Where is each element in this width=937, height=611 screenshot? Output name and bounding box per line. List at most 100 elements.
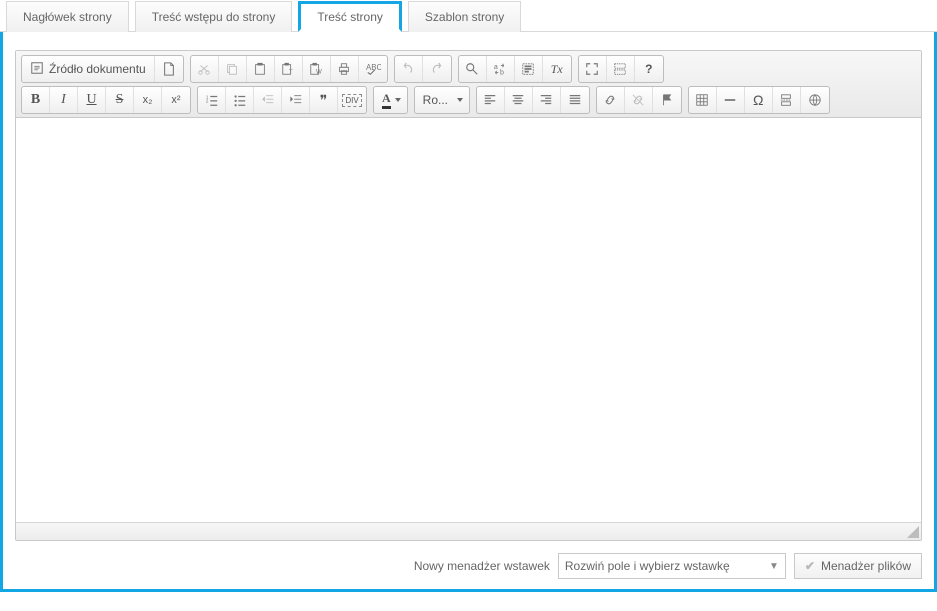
format-combo[interactable]: Ro... bbox=[415, 87, 469, 113]
svg-text:a: a bbox=[494, 64, 498, 71]
omega-icon: Ω bbox=[753, 92, 763, 108]
link-button[interactable] bbox=[597, 87, 625, 113]
print-icon bbox=[337, 62, 351, 76]
insert-select[interactable]: Rozwiń pole i wybierz wstawkę ▼ bbox=[558, 553, 786, 579]
maximize-icon bbox=[585, 62, 599, 76]
align-left-icon bbox=[483, 93, 497, 107]
copy-icon bbox=[225, 62, 239, 76]
hr-button[interactable] bbox=[717, 87, 745, 113]
group-align bbox=[476, 86, 590, 114]
cut-button[interactable] bbox=[191, 56, 219, 82]
check-icon: ✔ bbox=[805, 559, 815, 573]
globe-icon bbox=[808, 93, 822, 107]
bold-button[interactable]: B bbox=[22, 87, 50, 113]
indent-button[interactable] bbox=[282, 87, 310, 113]
paste-text-button[interactable]: T bbox=[275, 56, 303, 82]
removeformat-button[interactable]: Tx bbox=[543, 56, 571, 82]
align-justify-icon bbox=[568, 93, 582, 107]
creatediv-button[interactable]: DIV bbox=[338, 87, 366, 113]
insert-manager-label: Nowy menadżer wstawek bbox=[414, 559, 550, 573]
copy-button[interactable] bbox=[219, 56, 247, 82]
undo-icon bbox=[401, 62, 415, 76]
removeformat-icon: Tx bbox=[551, 62, 563, 77]
superscript-icon: x² bbox=[171, 94, 180, 106]
search-icon bbox=[465, 62, 479, 76]
undo-button[interactable] bbox=[395, 56, 423, 82]
group-source: Źródło dokumentu bbox=[21, 55, 184, 83]
print-button[interactable] bbox=[331, 56, 359, 82]
table-icon bbox=[695, 93, 709, 107]
subscript-icon: x₂ bbox=[143, 94, 153, 106]
strike-button[interactable]: S bbox=[106, 87, 134, 113]
group-insert: Ω bbox=[688, 86, 830, 114]
svg-text:b: b bbox=[500, 69, 504, 76]
spellcheck-icon: ABC bbox=[365, 62, 381, 76]
iframe-button[interactable] bbox=[801, 87, 829, 113]
link-icon bbox=[603, 93, 617, 107]
underline-icon: U bbox=[86, 92, 96, 108]
outdent-button[interactable] bbox=[254, 87, 282, 113]
find-button[interactable] bbox=[459, 56, 487, 82]
question-icon: ? bbox=[645, 62, 652, 76]
replace-button[interactable]: ab bbox=[487, 56, 515, 82]
unlink-button[interactable] bbox=[625, 87, 653, 113]
pagebreak-button[interactable] bbox=[773, 87, 801, 113]
bold-icon: B bbox=[31, 92, 40, 108]
anchor-button[interactable] bbox=[653, 87, 681, 113]
chevron-down-icon bbox=[395, 98, 401, 102]
file-manager-button[interactable]: ✔ Menadżer plików bbox=[794, 553, 922, 579]
bottom-controls: Nowy menadżer wstawek Rozwiń pole i wybi… bbox=[15, 541, 922, 579]
textcolor-button[interactable]: A bbox=[374, 87, 407, 113]
rich-text-editor: Źródło dokumentu T W ABC bbox=[15, 50, 922, 541]
svg-text:W: W bbox=[316, 68, 322, 75]
bulletlist-button[interactable] bbox=[226, 87, 254, 113]
italic-button[interactable]: I bbox=[50, 87, 78, 113]
table-button[interactable] bbox=[689, 87, 717, 113]
subscript-button[interactable]: x₂ bbox=[134, 87, 162, 113]
group-clipboard: T W ABC bbox=[190, 55, 388, 83]
group-basic: B I U S x₂ x² bbox=[21, 86, 191, 114]
superscript-button[interactable]: x² bbox=[162, 87, 190, 113]
tab-naglowek[interactable]: Nagłówek strony bbox=[6, 1, 129, 32]
blockquote-button[interactable]: ❞ bbox=[310, 87, 338, 113]
tab-szablon[interactable]: Szablon strony bbox=[408, 1, 521, 32]
source-label: Źródło dokumentu bbox=[49, 62, 146, 76]
strike-icon: S bbox=[116, 92, 124, 108]
paste-icon bbox=[253, 62, 267, 76]
editor-statusbar bbox=[16, 522, 921, 540]
tab-label: Treść wstępu do strony bbox=[152, 10, 276, 24]
resize-handle[interactable] bbox=[907, 526, 919, 538]
spellcheck-button[interactable]: ABC bbox=[359, 56, 387, 82]
paste-button[interactable] bbox=[247, 56, 275, 82]
toolbar-row-1: Źródło dokumentu T W ABC bbox=[21, 55, 916, 83]
svg-text:2: 2 bbox=[205, 99, 208, 104]
specialchar-button[interactable]: Ω bbox=[745, 87, 773, 113]
chevron-down-icon: ▼ bbox=[769, 561, 779, 572]
tab-wstep[interactable]: Treść wstępu do strony bbox=[135, 1, 293, 32]
align-left-button[interactable] bbox=[477, 87, 505, 113]
tab-tresc[interactable]: Treść strony bbox=[298, 1, 402, 32]
about-button[interactable]: ? bbox=[635, 56, 663, 82]
new-page-button[interactable] bbox=[155, 56, 183, 82]
align-right-button[interactable] bbox=[533, 87, 561, 113]
file-manager-label: Menadżer plików bbox=[821, 559, 911, 573]
redo-button[interactable] bbox=[423, 56, 451, 82]
paste-text-icon: T bbox=[281, 62, 295, 76]
redo-icon bbox=[430, 62, 444, 76]
numberlist-button[interactable]: 12 bbox=[198, 87, 226, 113]
align-justify-button[interactable] bbox=[561, 87, 589, 113]
editor-content-area[interactable] bbox=[16, 118, 921, 522]
group-find: ab Tx bbox=[458, 55, 572, 83]
indent-icon bbox=[289, 93, 303, 107]
underline-button[interactable]: U bbox=[78, 87, 106, 113]
source-icon bbox=[30, 61, 44, 78]
selectall-button[interactable] bbox=[515, 56, 543, 82]
maximize-button[interactable] bbox=[579, 56, 607, 82]
showblocks-button[interactable] bbox=[607, 56, 635, 82]
source-button[interactable]: Źródło dokumentu bbox=[22, 56, 155, 82]
group-lists: 12 ❞ DIV bbox=[197, 86, 367, 114]
format-label: Ro... bbox=[423, 93, 448, 107]
group-format: Ro... bbox=[414, 86, 470, 114]
paste-word-button[interactable]: W bbox=[303, 56, 331, 82]
align-center-button[interactable] bbox=[505, 87, 533, 113]
